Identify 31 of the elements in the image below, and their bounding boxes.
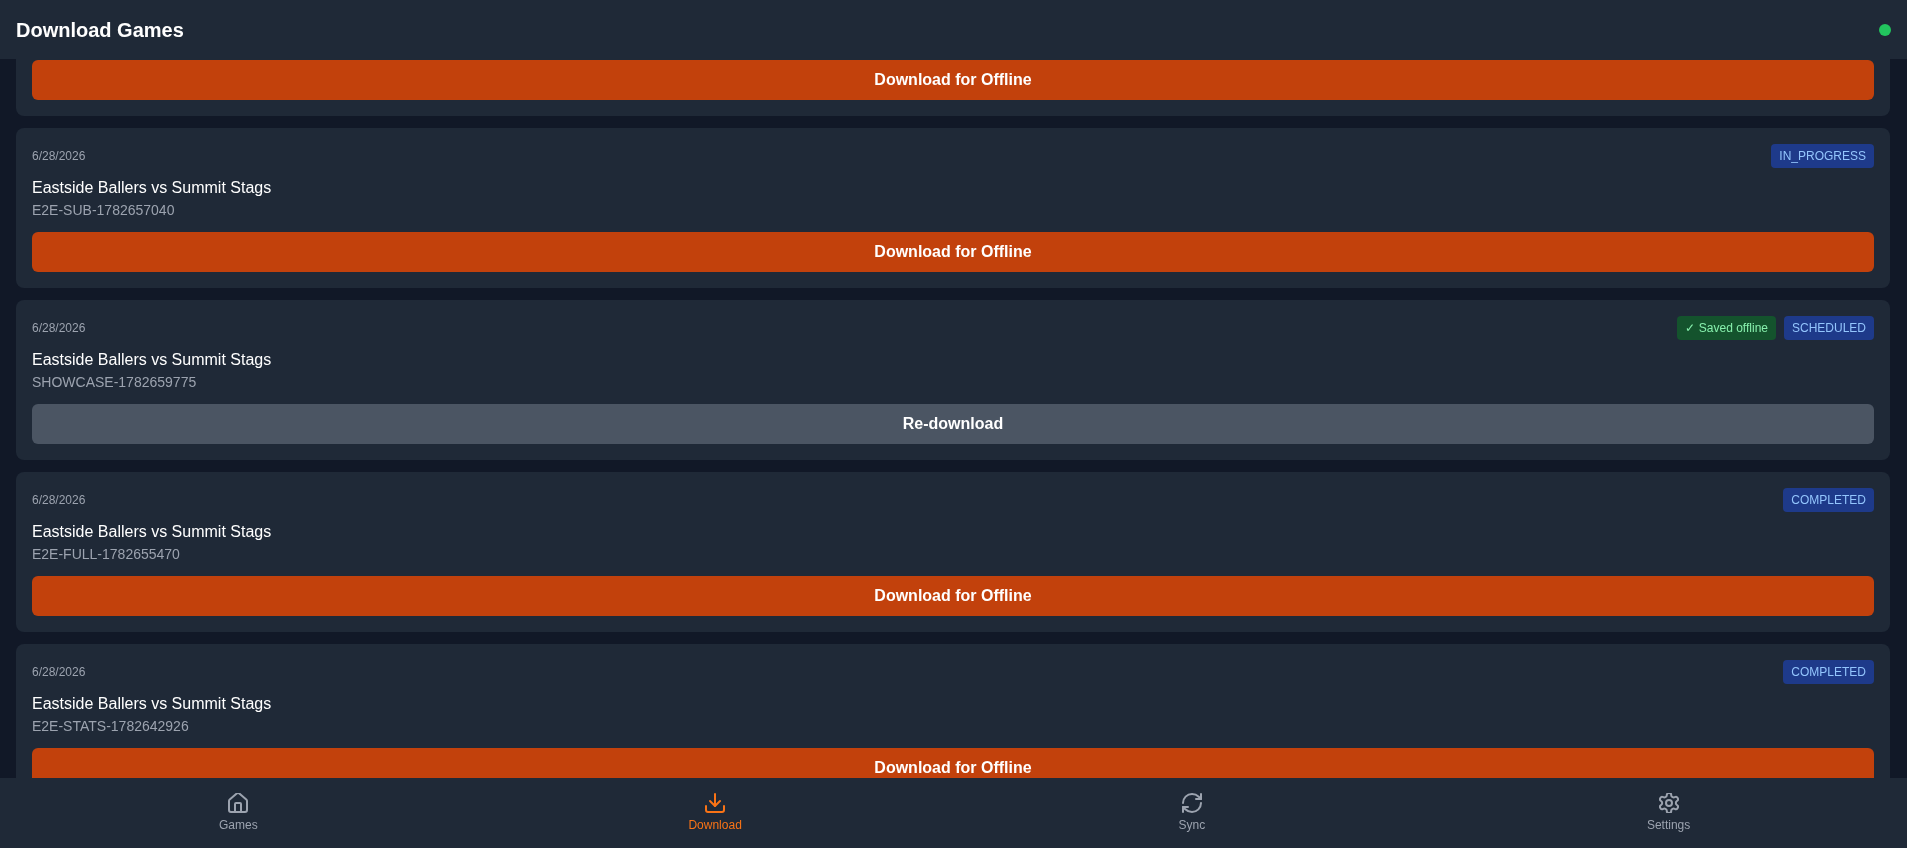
- download-button[interactable]: Download for Offline: [32, 60, 1874, 100]
- saved-offline-badge: ✓ Saved offline: [1677, 316, 1776, 340]
- download-button[interactable]: Download for Offline: [32, 748, 1874, 778]
- status-badge: COMPLETED: [1783, 660, 1874, 684]
- game-code: E2E-SUB-1782657040: [32, 201, 176, 220]
- game-date: 6/28/2026: [32, 320, 86, 336]
- game-date: 6/28/2026: [32, 148, 86, 164]
- game-date: 6/28/2026: [32, 664, 86, 680]
- game-code: E2E-STATS-1782642926: [32, 717, 190, 736]
- nav-tab[interactable]: Settings: [1430, 778, 1907, 848]
- status-badge: IN_PROGRESS: [1771, 144, 1874, 168]
- home-icon: [228, 793, 249, 813]
- game-title: Eastside Ballers vs Summit Stags: [32, 694, 273, 714]
- download-button[interactable]: Download for Offline: [32, 232, 1874, 272]
- sync-icon: [1181, 793, 1202, 813]
- game-code: SHOWCASE-1782659775: [32, 373, 198, 392]
- nav-tab[interactable]: Sync: [953, 778, 1431, 848]
- redownload-button[interactable]: Re-download: [32, 404, 1874, 444]
- settings-icon: [1658, 793, 1679, 813]
- game-title: Eastside Ballers vs Summit Stags: [32, 350, 273, 370]
- game-date: 6/28/2026: [32, 492, 86, 508]
- download-icon: [705, 793, 726, 813]
- status-badge: COMPLETED: [1783, 488, 1874, 512]
- page-title: Download Games: [16, 17, 184, 43]
- status-badge: SCHEDULED: [1784, 316, 1874, 340]
- game-code: E2E-FULL-1782655470: [32, 545, 181, 564]
- download-button[interactable]: Download for Offline: [32, 576, 1874, 616]
- nav-tab[interactable]: Games: [0, 778, 477, 848]
- nav-tab[interactable]: Download: [476, 778, 954, 848]
- game-title: Eastside Ballers vs Summit Stags: [32, 522, 273, 542]
- game-title: Eastside Ballers vs Summit Stags: [32, 178, 273, 198]
